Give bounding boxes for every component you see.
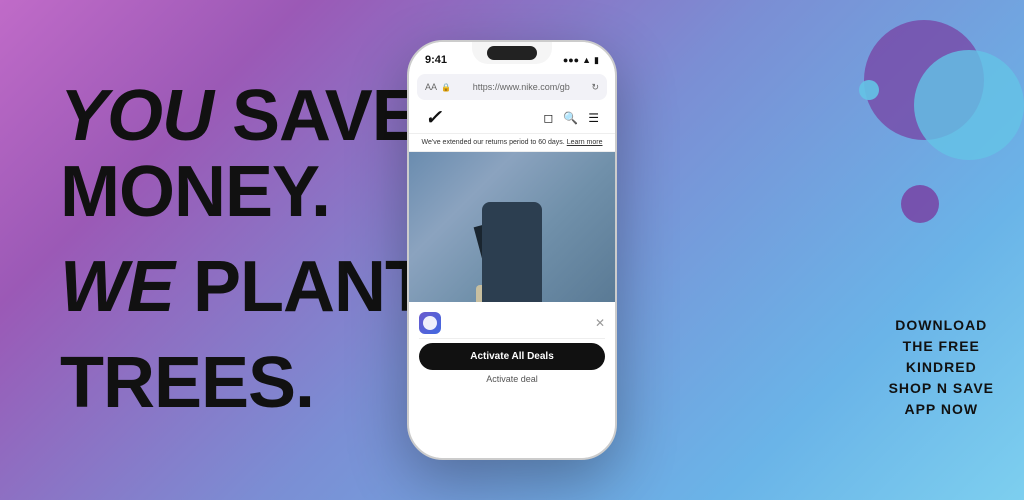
- headline-you: YOU: [60, 76, 213, 156]
- headline-save: SAVE: [213, 76, 419, 156]
- headline-we: WE: [60, 247, 174, 327]
- cta-line2: THE FREE: [889, 336, 994, 357]
- shoe-figure: [452, 162, 572, 302]
- signal-icon: ●●●: [563, 55, 579, 65]
- phone-address-bar[interactable]: AA 🔒 https://www.nike.com/gb ↻: [417, 74, 607, 100]
- phone-mockup: 9:41 ●●● ▲ ▮ AA 🔒 https://www.nike.com/g…: [407, 40, 617, 460]
- phone-frame: 9:41 ●●● ▲ ▮ AA 🔒 https://www.nike.com/g…: [407, 40, 617, 460]
- circle-medium: [914, 50, 1024, 160]
- search-icon[interactable]: 🔍: [563, 111, 578, 125]
- notch-inner: [487, 46, 537, 60]
- circle-small-top: [859, 80, 879, 100]
- nike-logo: ✓: [425, 105, 442, 130]
- cta-line5: APP NOW: [889, 399, 994, 420]
- menu-icon[interactable]: ☰: [588, 111, 599, 125]
- aa-text: AA: [425, 82, 437, 92]
- headline-plant: PLANT: [174, 247, 428, 327]
- activate-deal-label[interactable]: Activate deal: [419, 374, 605, 384]
- circle-small-bottom: [901, 185, 939, 223]
- cta-line3: KINDRED: [889, 357, 994, 378]
- headline-line2: MONEY.: [60, 154, 428, 230]
- cta-line4: SHOP N SAVE: [889, 378, 994, 399]
- url-text: https://www.nike.com/gb: [455, 82, 587, 92]
- battery-icon: ▮: [594, 55, 599, 66]
- left-headline-section: YOU SAVE MONEY. WE PLANT TREES.: [60, 79, 428, 421]
- right-section: DOWNLOAD THE FREE KINDRED SHOP N SAVE AP…: [744, 0, 1024, 500]
- cta-line1: DOWNLOAD: [889, 315, 994, 336]
- headline-line1: YOU SAVE: [60, 79, 428, 155]
- nav-icons: ◻ 🔍 ☰: [543, 111, 599, 125]
- phone-notch: [472, 42, 552, 64]
- status-time: 9:41: [425, 54, 447, 66]
- headline-line3: WE PLANT: [60, 250, 428, 326]
- lock-icon: 🔒: [441, 83, 451, 92]
- headline-line4: TREES.: [60, 346, 428, 422]
- promo-banner: We've extended our returns period to 60 …: [409, 134, 615, 152]
- phone-bottom-panel: ✕ Activate All Deals Activate deal: [409, 302, 615, 390]
- wifi-icon: ▲: [582, 55, 591, 65]
- refresh-icon[interactable]: ↻: [591, 82, 599, 93]
- learn-more-link[interactable]: Learn more: [567, 139, 603, 146]
- extension-bar: ✕: [419, 308, 605, 339]
- activate-all-deals-button[interactable]: Activate All Deals: [419, 343, 605, 370]
- hero-image: [409, 152, 615, 302]
- banner-message: We've extended our returns period to 60 …: [422, 139, 565, 146]
- phone-nav-bar: ✓ ◻ 🔍 ☰: [409, 102, 615, 134]
- figure-body: [482, 202, 542, 302]
- phone-screen: 9:41 ●●● ▲ ▮ AA 🔒 https://www.nike.com/g…: [409, 42, 615, 458]
- right-cta-text: DOWNLOAD THE FREE KINDRED SHOP N SAVE AP…: [889, 315, 994, 420]
- bag-icon[interactable]: ◻: [543, 111, 553, 125]
- status-icons: ●●● ▲ ▮: [563, 55, 599, 66]
- close-extension-icon[interactable]: ✕: [595, 316, 605, 330]
- app-container: YOU SAVE MONEY. WE PLANT TREES. 9:41 ●●●…: [0, 0, 1024, 500]
- extension-icon-inner: [423, 316, 437, 330]
- extension-icon: [419, 312, 441, 334]
